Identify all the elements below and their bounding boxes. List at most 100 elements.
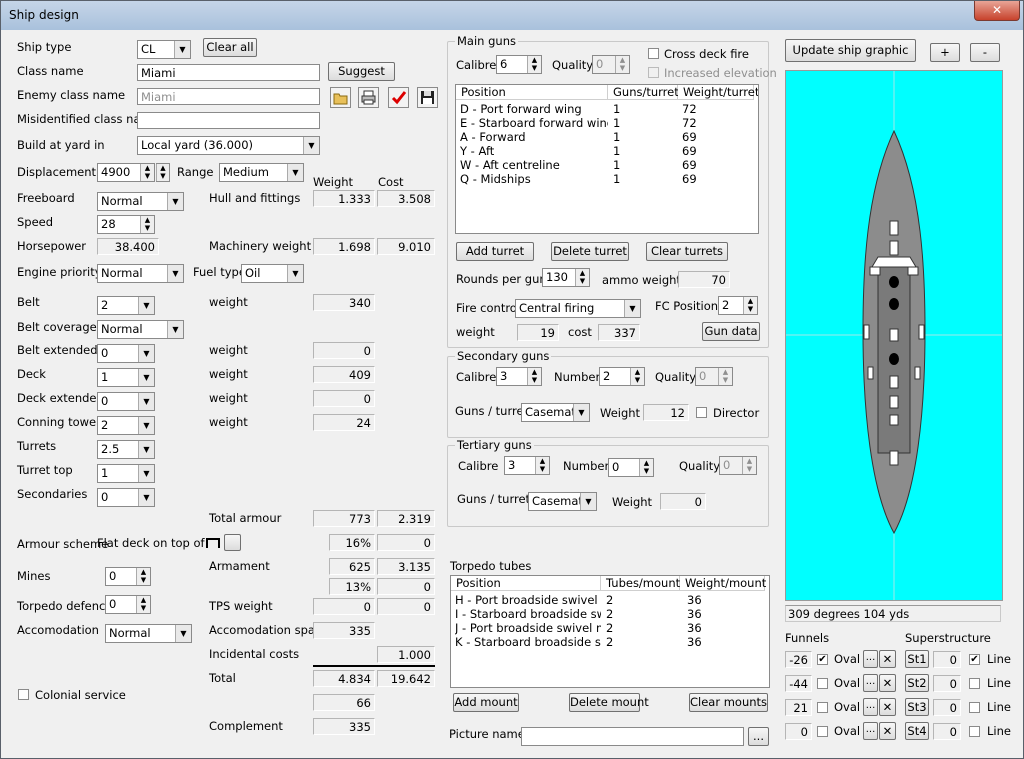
table-row[interactable]: E - Starboard forward wing 1 72 (456, 116, 758, 130)
spin-arrows-icon[interactable]: ▲ ▼ (136, 568, 150, 585)
funnel-visible-checkbox[interactable] (817, 726, 828, 737)
superstructure-button[interactable]: St1 (905, 650, 929, 668)
tertiary-mount-select[interactable]: Casemates ▼ (528, 492, 597, 511)
table-row[interactable]: Q - Midships 1 69 (456, 172, 758, 186)
funnel-position-input[interactable]: 21 (785, 699, 812, 716)
superstructure-value[interactable]: 0 (933, 723, 961, 740)
torpedo-col-tubes[interactable]: Tubes/mount (601, 576, 680, 591)
close-button[interactable]: ✕ (974, 1, 1020, 21)
fc-positions-stepper[interactable]: 2 ▲ ▼ (718, 296, 758, 315)
cross-deck-checkbox[interactable] (648, 48, 659, 59)
spin-arrows-icon[interactable]: ▲ ▼ (527, 368, 541, 385)
table-row[interactable]: J - Port broadside swivel mo... 2 36 (451, 621, 769, 635)
deck-extended-select[interactable]: 0 ▼ (97, 392, 155, 411)
zoom-in-button[interactable]: + (930, 43, 960, 62)
table-row[interactable]: H - Port broadside swivel mo... 2 36 (451, 593, 769, 607)
superstructure-button[interactable]: St4 (905, 722, 929, 740)
secondaries-select[interactable]: 0 ▼ (97, 488, 155, 507)
funnel-more-button[interactable]: ... (863, 674, 878, 692)
spin-arrows-icon[interactable]: ▲ ▼ (742, 457, 756, 474)
superstructure-line-checkbox[interactable] (969, 726, 980, 737)
open-folder-button[interactable] (330, 87, 351, 108)
superstructure-button[interactable]: St2 (905, 674, 929, 692)
main-guns-list[interactable]: Position Guns/turret Weight/turret D - P… (455, 84, 759, 234)
funnel-position-input[interactable]: -44 (785, 675, 812, 692)
superstructure-value[interactable]: 0 (933, 675, 961, 692)
funnel-more-button[interactable]: ... (863, 650, 878, 668)
print-button[interactable] (358, 87, 379, 108)
update-ship-graphic-button[interactable]: Update ship graphic (785, 39, 916, 62)
picture-name-input[interactable] (521, 727, 744, 746)
clear-mounts-button[interactable]: Clear mounts (689, 693, 768, 712)
colonial-service-checkbox[interactable] (18, 689, 29, 700)
belt-select[interactable]: 2 ▼ (97, 296, 155, 315)
spin-arrows-icon[interactable]: ▲ ▼ (575, 269, 589, 286)
mines-stepper[interactable]: 0 ▲ ▼ (105, 567, 151, 586)
superstructure-line-checkbox[interactable]: ✔ (969, 654, 980, 665)
secondary-mount-select[interactable]: Casemates ▼ (521, 403, 590, 422)
range-select[interactable]: Medium ▼ (219, 163, 304, 182)
belt-extended-select[interactable]: 0 ▼ (97, 344, 155, 363)
zoom-out-button[interactable]: - (970, 43, 1000, 62)
increased-elevation-checkbox[interactable] (648, 67, 659, 78)
misidentified-input[interactable] (137, 112, 320, 129)
clear-turrets-button[interactable]: Clear turrets (646, 242, 728, 261)
spin-arrows-icon[interactable]: ▲ ▼ (718, 368, 732, 385)
table-row[interactable]: K - Starboard broadside swiv... 2 36 (451, 635, 769, 649)
spin-arrows-icon[interactable]: ▲ ▼ (527, 56, 541, 73)
clear-all-button[interactable]: Clear all (203, 38, 257, 57)
main-calibre-stepper[interactable]: 6 ▲ ▼ (496, 55, 542, 74)
speed-stepper[interactable]: 28 ▲ ▼ (97, 215, 155, 234)
spin-arrows-icon[interactable]: ▲ ▼ (630, 368, 644, 385)
main-col-weight[interactable]: Weight/turret (678, 85, 758, 100)
funnel-position-input[interactable]: -26 (785, 651, 812, 668)
secondary-number-stepper[interactable]: 2 ▲ ▼ (599, 367, 645, 386)
funnel-visible-checkbox[interactable] (817, 678, 828, 689)
superstructure-button[interactable]: St3 (905, 698, 929, 716)
turret-top-select[interactable]: 1 ▼ (97, 464, 155, 483)
funnel-position-input[interactable]: 0 (785, 723, 812, 740)
ship-graphic-canvas[interactable] (785, 70, 1003, 601)
funnel-more-button[interactable]: ... (863, 722, 878, 740)
turrets-select[interactable]: 2.5 ▼ (97, 440, 155, 459)
accomodation-select[interactable]: Normal ▼ (105, 624, 192, 643)
superstructure-line-checkbox[interactable] (969, 678, 980, 689)
add-mount-button[interactable]: Add mount (453, 693, 519, 712)
spin-arrows-icon[interactable]: ▲ ▼ (743, 297, 757, 314)
table-row[interactable]: I - Starboard broadside swiv... 2 36 (451, 607, 769, 621)
table-row[interactable]: Y - Aft 1 69 (456, 144, 758, 158)
director-checkbox[interactable] (696, 407, 707, 418)
enemy-class-input[interactable]: Miami (137, 88, 320, 105)
table-row[interactable]: A - Forward 1 69 (456, 130, 758, 144)
gun-data-button[interactable]: Gun data (702, 322, 760, 341)
tertiary-number-stepper[interactable]: 0 ▲ ▼ (608, 458, 654, 477)
main-col-position[interactable]: Position (456, 85, 608, 100)
delete-mount-button[interactable]: Delete mount (569, 693, 649, 712)
spin-arrows-icon[interactable]: ▲ ▼ (140, 216, 154, 233)
armour-scheme-button[interactable] (224, 534, 241, 551)
conning-tower-select[interactable]: 2 ▼ (97, 416, 155, 435)
deck-select[interactable]: 1 ▼ (97, 368, 155, 387)
build-yard-select[interactable]: Local yard (36.000) ▼ (137, 136, 320, 155)
spin-arrows-icon[interactable]: ▲ ▼ (156, 164, 169, 181)
funnel-more-button[interactable]: ... (863, 698, 878, 716)
displacement-stepper[interactable]: 4900 ▲ ▼ (97, 163, 155, 182)
class-name-input[interactable]: Miami (137, 64, 320, 81)
main-col-guns[interactable]: Guns/turret (608, 85, 679, 100)
rounds-stepper[interactable]: 130 ▲ ▼ (542, 268, 590, 287)
spin-arrows-icon[interactable]: ▲ ▼ (639, 459, 653, 476)
torpedo-list[interactable]: Position Tubes/mount Weight/mount H - Po… (450, 575, 770, 688)
engine-priority-select[interactable]: Normal ▼ (97, 264, 184, 283)
accept-button[interactable] (388, 87, 409, 108)
funnel-delete-button[interactable]: ✕ (879, 722, 896, 740)
save-button[interactable] (417, 87, 438, 108)
superstructure-value[interactable]: 0 (933, 699, 961, 716)
suggest-button[interactable]: Suggest (328, 62, 395, 81)
fuel-type-select[interactable]: Oil ▼ (241, 264, 304, 283)
table-row[interactable]: W - Aft centreline 1 69 (456, 158, 758, 172)
spin-arrows-icon[interactable]: ▲ ▼ (140, 164, 154, 181)
freeboard-select[interactable]: Normal ▼ (97, 192, 184, 211)
tertiary-quality-stepper[interactable]: 0 ▲ ▼ (719, 456, 757, 475)
torpedo-col-position[interactable]: Position (451, 576, 601, 591)
torpedo-col-weight[interactable]: Weight/mount (680, 576, 766, 591)
